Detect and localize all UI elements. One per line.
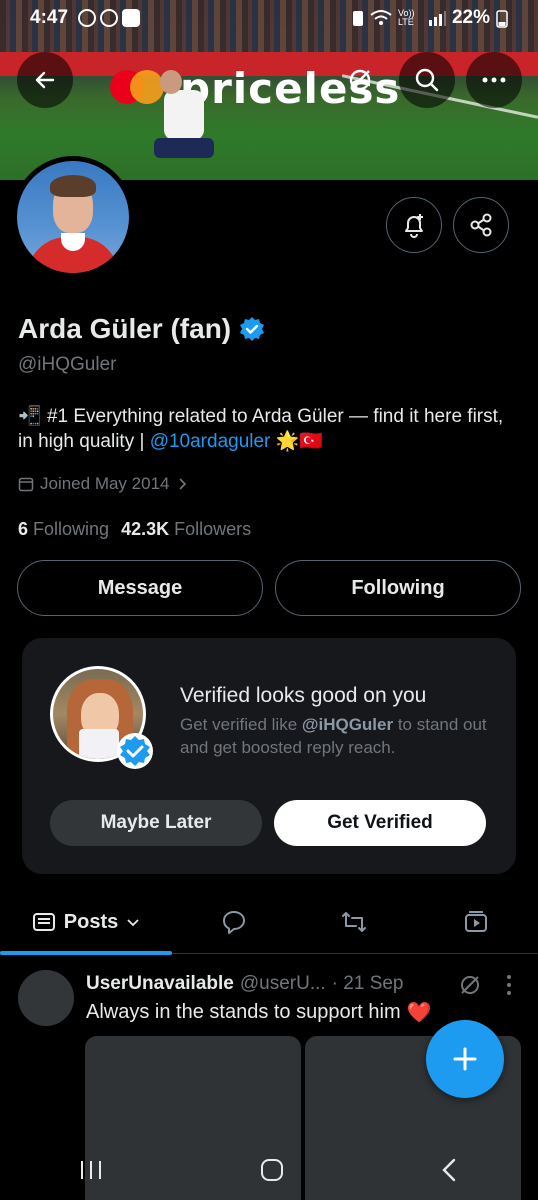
following-button[interactable]: Following: [275, 560, 521, 616]
tab-replies[interactable]: [198, 890, 270, 954]
joined-date[interactable]: Joined May 2014: [18, 474, 189, 494]
more-options-button[interactable]: [466, 52, 522, 108]
grok-button[interactable]: [332, 52, 388, 108]
get-verified-button[interactable]: Get Verified: [274, 800, 486, 846]
bio-mention-link[interactable]: @10ardaguler: [150, 431, 271, 452]
status-time: 4:47: [30, 7, 69, 28]
bio-emoji-start: 📲: [18, 406, 42, 427]
followers-label: Followers: [174, 519, 252, 539]
post-text: Always in the stands to support him ❤️: [86, 1000, 432, 1025]
tab-posts-label: Posts: [63, 910, 119, 933]
media-icon: [465, 911, 487, 932]
followers-stat[interactable]: 42.3K Followers: [121, 519, 251, 540]
profile-name: Arda Güler (fan): [18, 313, 265, 345]
whatsapp-icon: [78, 9, 96, 27]
post-author-name[interactable]: UserUnavailable: [86, 973, 234, 995]
profile-bio: 📲 #1 Everything related to Arda Güler — …: [18, 404, 518, 454]
battery-icon: [496, 10, 508, 28]
share-icon: [470, 213, 492, 237]
arrow-left-icon: [35, 71, 55, 89]
verified-badge-icon: [117, 733, 153, 769]
message-button[interactable]: Message: [17, 560, 263, 616]
tab-reposts[interactable]: [318, 890, 390, 954]
verified-badge-icon[interactable]: [239, 316, 265, 342]
post-text-emoji: ❤️: [406, 1002, 432, 1024]
system-nav-bar: [0, 1140, 538, 1200]
following-count: 6: [18, 519, 29, 539]
verified-promo-card: Verified looks good on you Get verified …: [22, 638, 516, 874]
posts-icon: [32, 913, 55, 931]
profile-name-text: Arda Güler (fan): [18, 313, 232, 344]
grok-icon[interactable]: [458, 973, 482, 997]
notification-icons: [78, 9, 140, 27]
grok-icon: [349, 69, 371, 91]
compose-post-button[interactable]: [426, 1020, 504, 1098]
chevron-down-icon: [127, 919, 139, 927]
maybe-later-button[interactable]: Maybe Later: [50, 800, 262, 846]
post-author-handle[interactable]: @userU...: [240, 973, 326, 995]
bell-plus-icon: [405, 214, 423, 238]
promo-desc-handle: @iHQGuler: [301, 715, 394, 734]
following-label: Following: [33, 519, 110, 539]
promo-desc-prefix: Get verified like: [180, 715, 302, 734]
network-label: Vo)) LTE: [397, 8, 415, 27]
post-more-icon[interactable]: [505, 974, 513, 996]
status-bar: 4:47 Vo)) LTE 22%: [0, 0, 538, 36]
banner-player: [150, 70, 220, 170]
tab-posts[interactable]: Posts: [0, 890, 172, 955]
chevron-right-icon: [179, 478, 187, 490]
calendar-icon: [18, 477, 34, 492]
follow-stats: 6 Following 42.3K Followers: [18, 519, 251, 540]
system-icons: Vo)) LTE 22%: [352, 7, 508, 29]
post-date[interactable]: · 21 Sep: [332, 973, 404, 995]
tab-active-indicator: [0, 951, 172, 955]
search-button[interactable]: [399, 52, 455, 108]
profile-handle: @iHQGuler: [18, 354, 117, 375]
following-stat[interactable]: 6 Following: [18, 519, 109, 540]
bio-emoji-end: 🌟🇹🇷: [270, 431, 323, 452]
tab-media[interactable]: [440, 890, 512, 954]
share-button[interactable]: [453, 197, 509, 253]
reply-icon: [223, 911, 245, 934]
promo-description: Get verified like @iHQGuler to stand out…: [180, 713, 500, 759]
post-header: UserUnavailable @userU... · 21 Sep: [86, 973, 404, 995]
repost-icon: [342, 912, 366, 932]
recent-apps-icon[interactable]: [78, 1158, 104, 1182]
more-dots-icon: [482, 77, 506, 83]
search-icon: [415, 68, 439, 92]
app-notification-icon: [122, 9, 140, 27]
wifi-icon: [370, 10, 392, 25]
post-author-avatar[interactable]: [18, 970, 74, 1026]
profile-avatar[interactable]: [12, 156, 134, 278]
back-nav-icon[interactable]: [440, 1157, 460, 1183]
back-button[interactable]: [17, 52, 73, 108]
avatar-photo: [17, 161, 129, 273]
followers-count: 42.3K: [121, 519, 170, 539]
battery-saver-icon: [352, 11, 363, 26]
home-icon[interactable]: [259, 1157, 285, 1183]
joined-text: Joined May 2014: [40, 474, 170, 493]
promo-title: Verified looks good on you: [180, 684, 427, 707]
signal-icon: [428, 11, 446, 26]
battery-percent: 22%: [451, 7, 490, 28]
profile-tabs: Posts: [0, 890, 538, 955]
plus-icon: [453, 1047, 477, 1071]
threads-icon: [100, 9, 118, 27]
post-text-body: Always in the stands to support him: [86, 1001, 401, 1023]
notifications-button[interactable]: [386, 197, 442, 253]
